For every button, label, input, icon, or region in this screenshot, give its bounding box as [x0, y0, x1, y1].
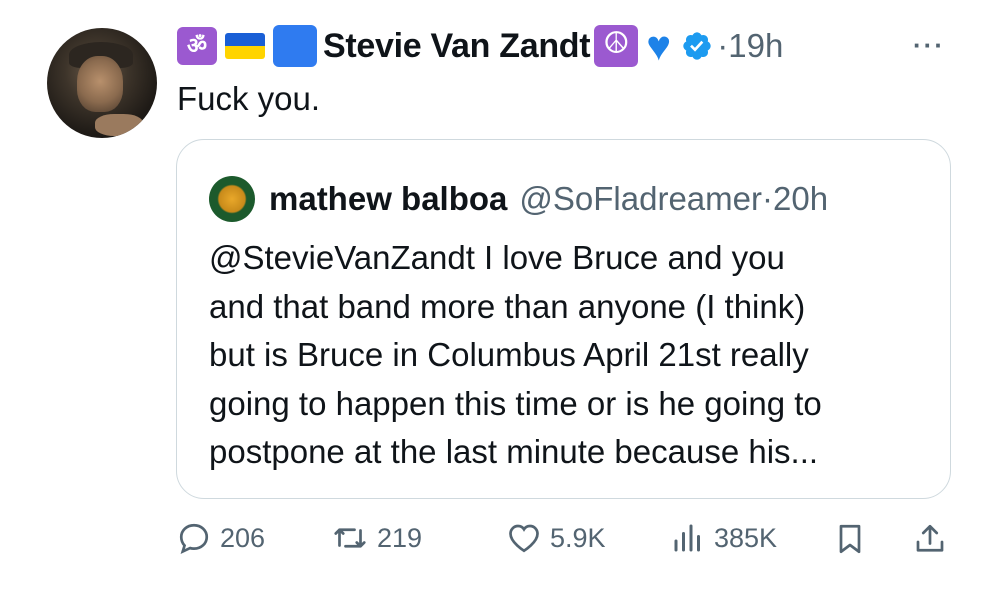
tweet-text: Fuck you. [177, 80, 321, 117]
quoted-tweet-header: mathew balboa @SoFladreamer · 20h [209, 176, 828, 222]
quoted-author-avatar[interactable] [209, 176, 255, 222]
quoted-tweet-text: @StevieVanZandt I love Bruce and you and… [209, 234, 929, 477]
tweet-header: ॐ Stevie Van Zandt ☮ ♥ · 19h [177, 24, 783, 68]
author-avatar[interactable] [47, 28, 157, 138]
author-name[interactable]: Stevie Van Zandt [323, 27, 591, 66]
views-count: 385K [714, 522, 778, 553]
views-button[interactable]: 385K [670, 520, 777, 556]
tweet-separator: · [717, 27, 729, 64]
like-button[interactable]: 5.9K [506, 520, 606, 556]
quoted-text-line: going to happen this time or is he going… [209, 384, 822, 422]
analytics-icon [674, 524, 700, 552]
repost-count: 219 [377, 522, 423, 553]
reply-button[interactable]: 206 [176, 520, 265, 556]
quoted-time[interactable]: 20h [773, 180, 828, 218]
blue-heart-icon: ♥ [646, 22, 672, 69]
tweet-actions-bar: 206 219 5.9K 385K [176, 520, 956, 564]
heart-icon [509, 524, 539, 553]
ukraine-flag-icon [225, 33, 265, 59]
quoted-text-line: and that band more than anyone (I think) [209, 287, 806, 325]
peace-symbol-icon: ☮ [594, 25, 639, 67]
quoted-author-name[interactable]: mathew balboa [269, 180, 507, 218]
like-count: 5.9K [550, 522, 606, 553]
bookmark-button[interactable] [832, 520, 876, 558]
share-button[interactable] [912, 520, 956, 558]
bookmark-icon [839, 524, 861, 554]
repost-icon [334, 528, 366, 548]
share-icon [916, 524, 944, 552]
quoted-text-line: @StevieVanZandt I love Bruce and you [209, 239, 785, 276]
tweet-time[interactable]: 19h [728, 27, 783, 65]
reply-count: 206 [220, 522, 266, 553]
quoted-text-line: postpone at the last minute because his.… [209, 433, 819, 470]
quoted-author-handle[interactable]: @SoFladreamer [519, 180, 762, 218]
avatar-hand [95, 114, 143, 136]
more-options-icon[interactable]: ··· [913, 30, 945, 61]
reply-icon [179, 523, 209, 555]
repost-button[interactable]: 219 [331, 520, 422, 556]
quoted-text-line: but is Bruce in Columbus April 21st real… [209, 336, 809, 373]
quoted-separator: · [761, 180, 773, 217]
om-emoji-icon: ॐ [177, 27, 217, 65]
verified-badge-icon[interactable] [681, 30, 713, 62]
avatar-face [77, 56, 123, 112]
quoted-tweet[interactable]: mathew balboa @SoFladreamer · 20h @Stevi… [176, 139, 951, 499]
blue-square-icon [273, 25, 317, 67]
